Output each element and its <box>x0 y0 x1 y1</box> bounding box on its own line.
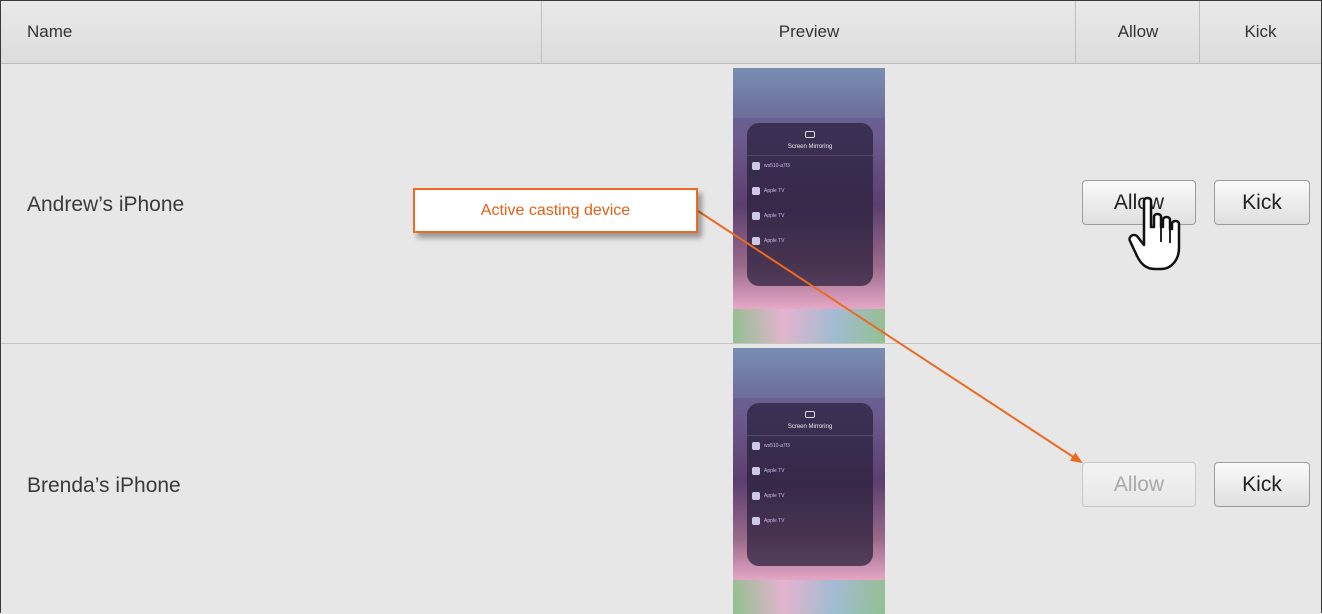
hand-pointer-icon <box>1128 196 1181 271</box>
annotation-overlay <box>697 196 1181 464</box>
callout-active-casting-device: Active casting device <box>413 188 698 233</box>
callout-arrow <box>697 210 1083 464</box>
